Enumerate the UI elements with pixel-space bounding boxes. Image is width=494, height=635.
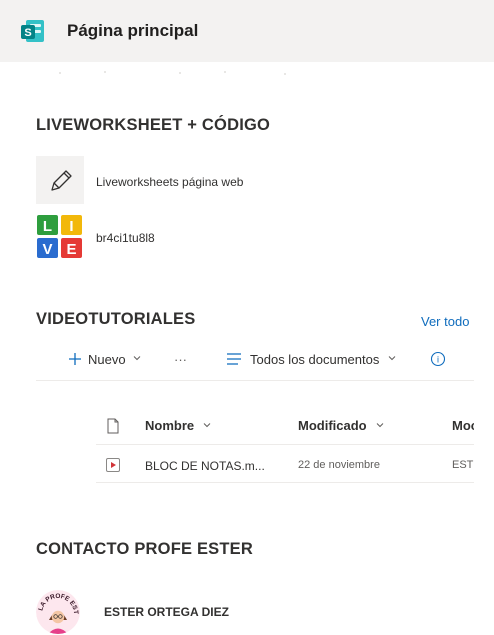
file-type-icon [107,418,119,434]
chevron-down-icon [387,353,397,366]
see-all-link[interactable]: Ver todo [421,314,469,329]
plus-icon [68,352,82,366]
sharepoint-icon[interactable]: S [20,18,46,44]
svg-text:i: i [437,355,439,365]
command-bar-divider [36,380,474,381]
quick-link-tile[interactable] [36,156,84,204]
decorative-divider [59,71,286,75]
quick-link-label-liveworksheets[interactable]: Liveworksheets página web [96,175,243,189]
pencil-icon [51,170,72,191]
section-title-contact: CONTACTO PROFE ESTER [36,540,253,558]
contact-name[interactable]: ESTER ORTEGA DIEZ [104,605,229,619]
svg-text:S: S [24,27,31,39]
new-button-label: Nuevo [88,351,126,367]
live-logo-icon[interactable]: L I V E [36,214,84,260]
view-switcher-label: Todos los documentos [250,351,380,367]
info-icon: i [430,351,446,367]
svg-text:E: E [66,241,76,258]
avatar[interactable]: LA PROFE ESTER [36,590,80,634]
table-row[interactable]: BLOC DE NOTAS.m... 22 de noviembre ESTE [96,450,474,480]
chevron-down-icon [375,418,385,433]
video-file-icon [106,458,120,472]
column-header-name[interactable]: Nombre [145,412,212,438]
section-title-quick-links: LIVEWORKSHEET + CÓDIGO [36,116,271,134]
view-switcher[interactable]: Todos los documentos [226,345,397,373]
table-header-divider [96,444,474,445]
svg-text:L: L [43,218,52,235]
table-row-divider [96,482,474,483]
svg-text:V: V [42,241,52,258]
column-header-modified[interactable]: Modificado [298,412,385,438]
new-button[interactable]: Nuevo [68,345,142,373]
list-view-icon [226,352,242,366]
svg-text:I: I [69,218,73,235]
document-name[interactable]: BLOC DE NOTAS.m... [145,459,265,473]
document-modified: 22 de noviembre [298,459,380,471]
document-modified-by: ESTE [452,459,474,471]
column-header-modified-by[interactable]: Moc [452,412,474,438]
chevron-down-icon [202,418,212,433]
chevron-down-icon [132,353,142,366]
quick-link-label-code[interactable]: br4ci1tu8l8 [96,231,155,245]
section-title-videos: VIDEOTUTORIALES [36,310,196,328]
page-title[interactable]: Página principal [67,21,198,41]
more-options-button[interactable]: ··· [174,345,187,373]
info-button[interactable]: i [430,345,446,373]
